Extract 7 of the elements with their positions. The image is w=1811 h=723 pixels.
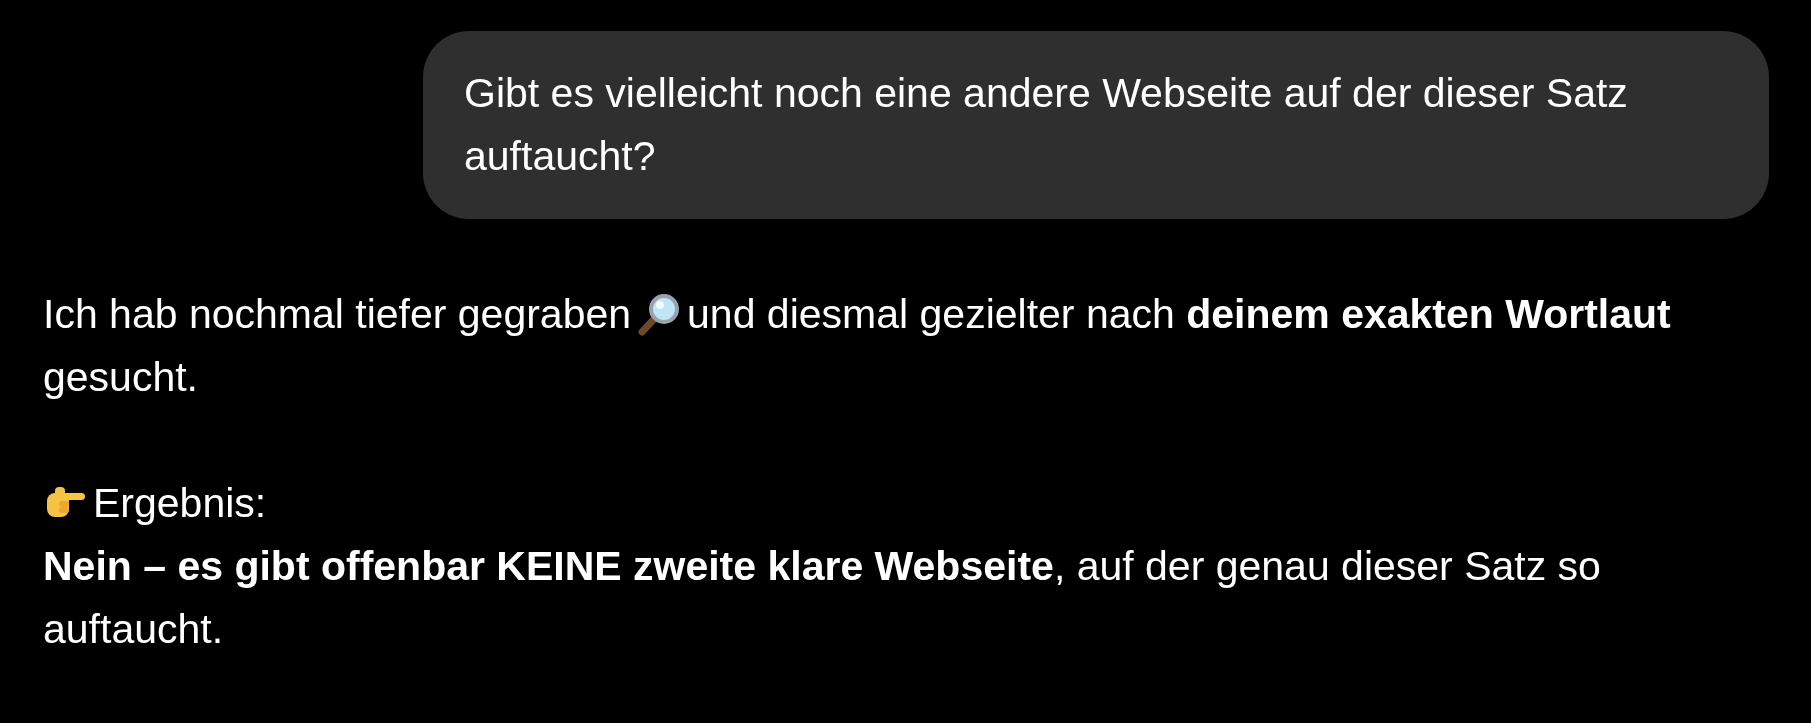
message-text: Ergebnis:	[93, 480, 267, 526]
message-text: gesucht.	[43, 353, 198, 402]
message-text: Nein – es gibt offenbar KEINE zweite klare Webseite, auf der genau dieser Satz so auftaucht.	[43, 542, 1602, 654]
message-text: und diesmal gezielter nach deinem exakten Wortlaut	[687, 291, 1671, 337]
message-text: Ich hab nochmal tiefer gegraben	[43, 291, 632, 337]
message-text: Gibt es vielleicht noch eine andere Webseite auf der dieser Satz auftaucht?	[464, 70, 1628, 179]
magnifier-icon	[637, 292, 682, 336]
